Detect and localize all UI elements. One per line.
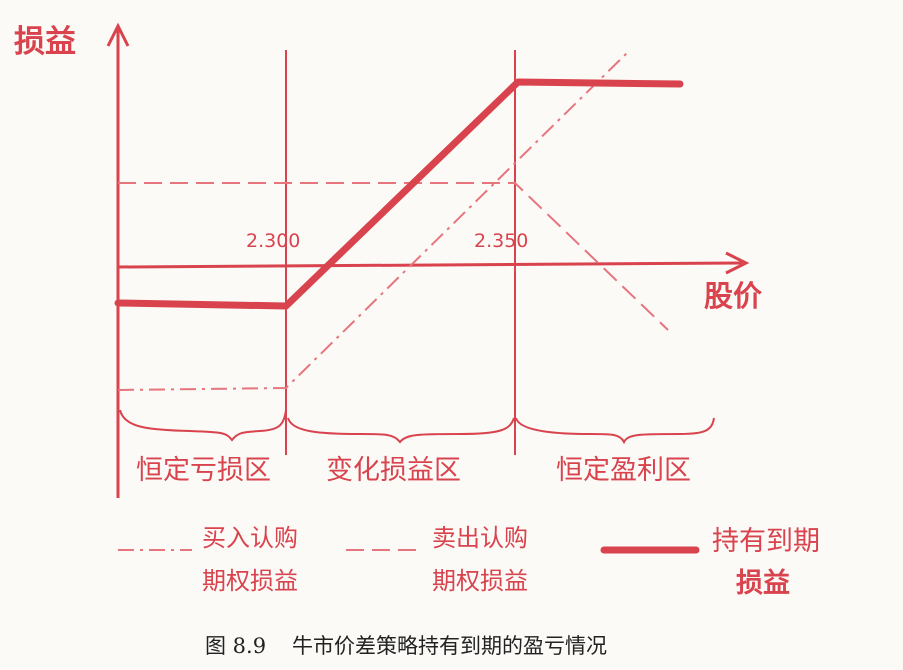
bull-spread-diagram: 损益 股价 2.300 2.350 恒定亏损区 变化损益区 恒定盈利区 买入认购… [0,0,903,670]
zone-label-constant-loss: 恒定亏损区 [136,455,271,486]
zone-brace-right [515,417,715,445]
legend-buy-call-label-2: 期权损益 [202,567,298,595]
legend-hold-label-1: 持有到期 [712,526,820,557]
zone-brace-middle [287,417,515,444]
x-axis-label: 股价 [704,279,763,313]
zone-label-variable: 变化损益区 [326,455,461,486]
legend-hold-label-2: 损益 [736,568,790,599]
strike-low-label: 2.300 [246,230,300,252]
x-axis [117,261,743,269]
legend-sell-call-label-1: 卖出认购 [432,524,528,552]
legend-sell-call-label-2: 期权损益 [432,567,528,595]
zone-brace-left [119,409,287,442]
zone-label-constant-profit: 恒定盈利区 [556,455,691,486]
payoff-diagram-svg: 损益 股价 2.300 2.350 恒定亏损区 变化损益区 恒定盈利区 买入认购… [14,22,820,658]
legend-buy-call-label-1: 买入认购 [202,524,298,552]
y-axis-label: 损益 [14,24,76,60]
figure-caption: 牛市价差策略持有到期的盈亏情况 [292,634,607,658]
hold-to-expiry-payoff-line [114,78,684,310]
figure-number: 图 8.9 [205,634,266,658]
strike-high-label: 2.350 [474,230,528,252]
